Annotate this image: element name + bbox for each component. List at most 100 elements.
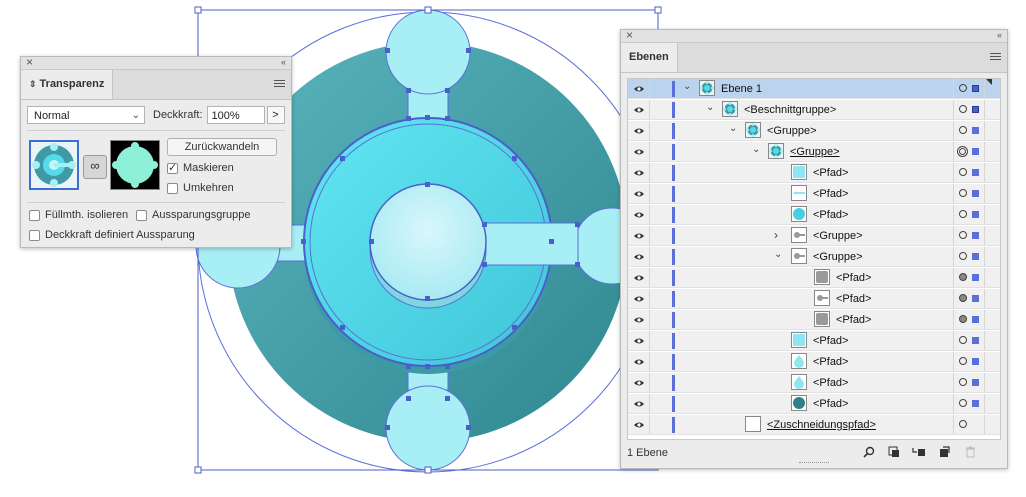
- selection-square-icon[interactable]: [972, 400, 979, 407]
- chevron-down-icon[interactable]: ⌄: [729, 121, 737, 136]
- tab-transparency[interactable]: ⇕ Transparenz: [21, 70, 114, 99]
- lock-toggle[interactable]: [649, 184, 670, 203]
- visibility-eye-icon[interactable]: [628, 268, 649, 287]
- layer-name[interactable]: <Gruppe>: [790, 146, 840, 158]
- selection-square-icon[interactable]: [972, 358, 979, 365]
- visibility-eye-icon[interactable]: [628, 247, 649, 266]
- layer-name[interactable]: <Gruppe>: [813, 230, 863, 242]
- selection-square-icon[interactable]: [972, 85, 979, 92]
- resize-grip[interactable]: [799, 462, 829, 466]
- layer-name[interactable]: <Beschnittgruppe>: [744, 104, 836, 116]
- selection-square-icon[interactable]: [972, 169, 979, 176]
- layer-row[interactable]: ⌄ <Gruppe>: [628, 121, 1000, 141]
- layer-name[interactable]: <Pfad>: [813, 398, 848, 410]
- lock-toggle[interactable]: [649, 289, 670, 308]
- panel-menu-icon[interactable]: [274, 80, 285, 88]
- layer-name[interactable]: <Pfad>: [813, 335, 848, 347]
- selection-square-icon[interactable]: [972, 337, 979, 344]
- lock-toggle[interactable]: [649, 100, 670, 119]
- layer-row[interactable]: <Pfad>: [628, 184, 1000, 204]
- lock-toggle[interactable]: [649, 79, 670, 98]
- visibility-eye-icon[interactable]: [628, 415, 649, 434]
- selection-square-icon[interactable]: [972, 316, 979, 323]
- visibility-eye-icon[interactable]: [628, 226, 649, 245]
- opacity-knockout-checkbox[interactable]: [29, 229, 40, 241]
- lock-toggle[interactable]: [649, 268, 670, 287]
- artwork-thumbnail[interactable]: [29, 140, 79, 190]
- target-circle-icon[interactable]: [957, 146, 968, 157]
- layer-name[interactable]: <Pfad>: [836, 314, 871, 326]
- collapse-icon[interactable]: ‹‹: [281, 55, 286, 69]
- target-circle-icon[interactable]: [959, 168, 967, 176]
- chevron-down-icon[interactable]: ⌄: [683, 79, 691, 94]
- tab-layers[interactable]: Ebenen: [621, 43, 678, 72]
- visibility-eye-icon[interactable]: [628, 163, 649, 182]
- chevron-down-icon[interactable]: ⌄: [774, 247, 782, 262]
- layer-name[interactable]: <Pfad>: [813, 209, 848, 221]
- target-circle-icon[interactable]: [959, 84, 967, 92]
- visibility-eye-icon[interactable]: [628, 205, 649, 224]
- selection-square-icon[interactable]: [972, 253, 979, 260]
- close-icon[interactable]: ×: [626, 28, 633, 42]
- target-circle-icon[interactable]: [959, 126, 967, 134]
- selection-square-icon[interactable]: [972, 190, 979, 197]
- layer-row[interactable]: <Pfad>: [628, 331, 1000, 351]
- layer-row[interactable]: ⌄ <Gruppe>: [628, 247, 1000, 267]
- close-icon[interactable]: ×: [26, 55, 33, 69]
- target-circle-icon[interactable]: [959, 210, 967, 218]
- layer-name[interactable]: <Pfad>: [836, 272, 871, 284]
- lock-toggle[interactable]: [649, 352, 670, 371]
- lock-toggle[interactable]: [649, 394, 670, 413]
- link-icon[interactable]: ∞: [83, 155, 107, 179]
- knockout-checkbox[interactable]: [136, 209, 147, 221]
- visibility-eye-icon[interactable]: [628, 79, 649, 98]
- target-circle-icon[interactable]: [959, 336, 967, 344]
- layer-name[interactable]: <Pfad>: [813, 167, 848, 179]
- lock-toggle[interactable]: [649, 226, 670, 245]
- visibility-eye-icon[interactable]: [628, 394, 649, 413]
- visibility-eye-icon[interactable]: [628, 373, 649, 392]
- lock-toggle[interactable]: [649, 373, 670, 392]
- layer-name[interactable]: <Gruppe>: [767, 125, 817, 137]
- target-circle-icon[interactable]: [959, 357, 967, 365]
- lock-toggle[interactable]: [649, 415, 670, 434]
- target-circle-icon[interactable]: [959, 252, 967, 260]
- panel-menu-icon[interactable]: [990, 53, 1001, 61]
- visibility-eye-icon[interactable]: [628, 289, 649, 308]
- target-circle-icon[interactable]: [959, 189, 967, 197]
- new-sublayer-icon[interactable]: [912, 446, 926, 460]
- lock-toggle[interactable]: [649, 247, 670, 266]
- trash-icon[interactable]: [963, 446, 977, 460]
- visibility-eye-icon[interactable]: [628, 121, 649, 140]
- blend-mode-select[interactable]: Normal ⌄: [27, 106, 145, 124]
- chevron-down-icon[interactable]: ⌄: [752, 142, 760, 157]
- layer-row[interactable]: ⌄ <Gruppe>: [628, 142, 1000, 162]
- layer-name[interactable]: <Pfad>: [836, 293, 871, 305]
- layer-row[interactable]: <Zuschneidungspfad>: [628, 415, 1000, 435]
- layer-row[interactable]: <Pfad>: [628, 310, 1000, 330]
- layer-row[interactable]: › <Gruppe>: [628, 226, 1000, 246]
- selection-square-icon[interactable]: [972, 211, 979, 218]
- collapse-icon[interactable]: ‹‹: [997, 28, 1002, 42]
- layer-row[interactable]: ⌄ Ebene 1: [628, 79, 1000, 99]
- lock-toggle[interactable]: [649, 121, 670, 140]
- lock-toggle[interactable]: [649, 331, 670, 350]
- layer-name[interactable]: <Pfad>: [813, 188, 848, 200]
- chevron-right-icon[interactable]: ›: [774, 228, 778, 243]
- target-circle-icon[interactable]: [959, 273, 967, 281]
- search-icon[interactable]: [862, 446, 876, 460]
- layer-name[interactable]: Ebene 1: [721, 83, 762, 95]
- opacity-input[interactable]: 100%: [206, 106, 265, 124]
- selection-square-icon[interactable]: [972, 127, 979, 134]
- selection-square-icon[interactable]: [972, 274, 979, 281]
- layer-name[interactable]: <Pfad>: [813, 356, 848, 368]
- lock-toggle[interactable]: [649, 310, 670, 329]
- selection-square-icon[interactable]: [972, 232, 979, 239]
- target-circle-icon[interactable]: [959, 315, 967, 323]
- opacity-slider-button[interactable]: >: [266, 106, 285, 124]
- layer-row[interactable]: <Pfad>: [628, 163, 1000, 183]
- lock-toggle[interactable]: [649, 142, 670, 161]
- layer-row[interactable]: <Pfad>: [628, 289, 1000, 309]
- invert-checkbox[interactable]: [167, 182, 178, 194]
- visibility-eye-icon[interactable]: [628, 100, 649, 119]
